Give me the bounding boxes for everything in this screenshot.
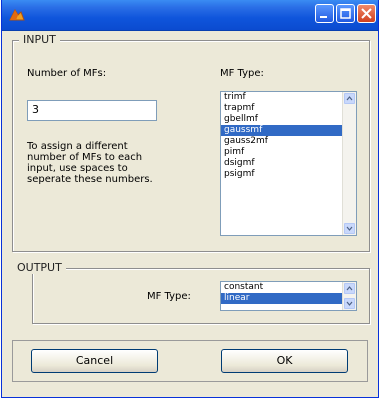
- input-group: INPUT Number of MFs: 3 To assign a diffe…: [12, 33, 370, 252]
- input-mf-type-label: MF Type:: [220, 68, 264, 79]
- help-text-line: seperate these numbers.: [27, 174, 153, 185]
- minimize-button[interactable]: [315, 4, 334, 23]
- maximize-icon: [340, 8, 351, 19]
- output-mf-type-list[interactable]: constant linear: [220, 281, 357, 311]
- dialog-window: INPUT Number of MFs: 3 To assign a diffe…: [1, 0, 379, 398]
- list-item[interactable]: constant: [221, 282, 356, 293]
- list-item-selected[interactable]: linear: [221, 293, 356, 304]
- button-panel: Cancel OK: [12, 340, 368, 382]
- list-item[interactable]: gbellmf: [221, 114, 356, 125]
- list-item-selected[interactable]: gaussmf: [221, 125, 356, 136]
- minimize-icon: [320, 16, 327, 18]
- list-item[interactable]: psigmf: [221, 169, 356, 180]
- matlab-icon: [9, 8, 25, 21]
- help-text-line: To assign a different: [27, 141, 128, 152]
- input-legend: INPUT: [19, 33, 60, 46]
- chevron-up-icon: [346, 286, 353, 291]
- chevron-down-icon: [346, 226, 353, 231]
- help-text-line: number of MFs to each: [27, 152, 143, 163]
- output-legend: OUTPUT: [13, 261, 66, 274]
- cancel-button[interactable]: Cancel: [31, 349, 158, 373]
- num-mfs-label: Number of MFs:: [27, 68, 107, 79]
- scroll-up-button[interactable]: [344, 93, 355, 104]
- close-button[interactable]: [357, 4, 376, 23]
- scroll-up-button[interactable]: [344, 283, 355, 294]
- input-list-scrollbar[interactable]: [342, 92, 356, 235]
- output-group: OUTPUT MF Type: constant linear: [13, 261, 370, 324]
- num-mfs-input[interactable]: 3: [27, 100, 157, 121]
- scroll-down-button[interactable]: [344, 298, 355, 309]
- scroll-down-button[interactable]: [344, 223, 355, 234]
- help-text: To assign a different number of MFs to e…: [27, 141, 153, 185]
- list-item[interactable]: dsigmf: [221, 158, 356, 169]
- list-item[interactable]: trimf: [221, 92, 356, 103]
- title-bar[interactable]: [2, 0, 378, 31]
- ok-button[interactable]: OK: [221, 349, 348, 373]
- chevron-down-icon: [346, 301, 353, 306]
- output-mf-type-label: MF Type:: [147, 291, 191, 302]
- list-item[interactable]: pimf: [221, 147, 356, 158]
- maximize-button[interactable]: [336, 4, 355, 23]
- input-mf-type-list[interactable]: trimf trapmf gbellmf gaussmf gauss2mf pi…: [220, 91, 357, 236]
- chevron-up-icon: [346, 96, 353, 101]
- close-icon: [361, 8, 372, 19]
- list-item[interactable]: trapmf: [221, 103, 356, 114]
- output-list-scrollbar[interactable]: [342, 282, 356, 310]
- help-text-line: input, use spaces to: [27, 163, 128, 174]
- list-item[interactable]: gauss2mf: [221, 136, 356, 147]
